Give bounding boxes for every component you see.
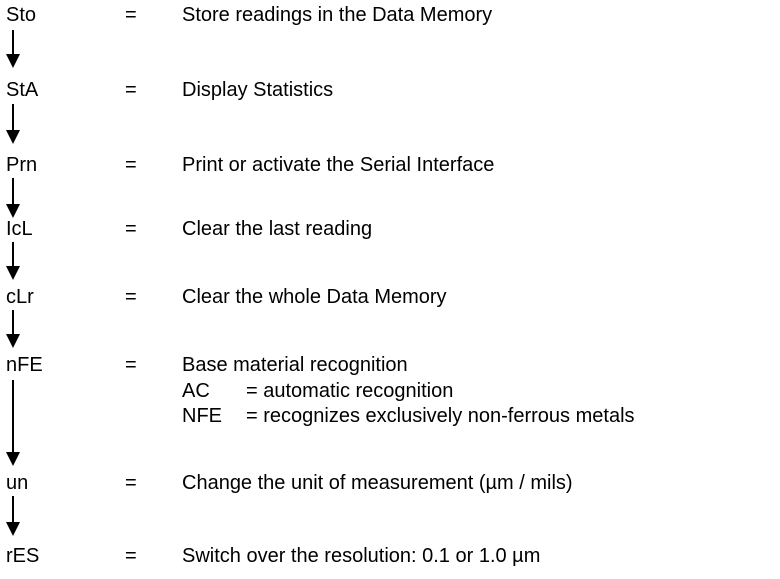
equals-sign: = — [125, 472, 137, 494]
menu-item-clr: cLr = Clear the whole Data Memory — [0, 286, 780, 312]
menu-item-un: un = Change the unit of measurement (µm … — [0, 472, 780, 498]
sub-option-key: AC — [182, 380, 210, 402]
menu-item-prn: Prn = Print or activate the Serial Inter… — [0, 154, 780, 180]
sub-option-value: = recognizes exclusively non-ferrous met… — [246, 405, 635, 427]
description: Clear the whole Data Memory — [182, 286, 447, 308]
equals-sign: = — [125, 545, 137, 567]
equals-sign: = — [125, 218, 137, 240]
description: Print or activate the Serial Interface — [182, 154, 495, 176]
code-label: un — [6, 472, 29, 494]
description: Switch over the resolution: 0.1 or 1.0 µ… — [182, 545, 541, 567]
menu-item-res: rES = Switch over the resolution: 0.1 or… — [0, 545, 780, 571]
code-label: Prn — [6, 154, 38, 176]
code-label: StA — [6, 79, 39, 101]
equals-sign: = — [125, 286, 137, 308]
description: Base material recognition — [182, 354, 408, 376]
menu-item-icl: IcL = Clear the last reading — [0, 218, 780, 244]
equals-sign: = — [125, 354, 137, 376]
menu-item-nfe: nFE = Base material recognition — [0, 354, 780, 380]
code-label: cLr — [6, 286, 34, 308]
sub-option-key: NFE — [182, 405, 222, 427]
description: Display Statistics — [182, 79, 334, 101]
code-label: rES — [6, 545, 40, 567]
sub-option-value: = automatic recognition — [246, 380, 454, 402]
equals-sign: = — [125, 79, 137, 101]
description: Change the unit of measurement (µm / mil… — [182, 472, 573, 494]
description: Clear the last reading — [182, 218, 373, 240]
equals-sign: = — [125, 154, 137, 176]
menu-item-sto: Sto = Store readings in the Data Memory — [0, 4, 780, 30]
equals-sign: = — [125, 4, 137, 26]
code-label: Sto — [6, 4, 37, 26]
code-label: IcL — [6, 218, 33, 240]
code-label: nFE — [6, 354, 43, 376]
menu-item-sta: StA = Display Statistics — [0, 79, 780, 105]
description: Store readings in the Data Memory — [182, 4, 493, 26]
